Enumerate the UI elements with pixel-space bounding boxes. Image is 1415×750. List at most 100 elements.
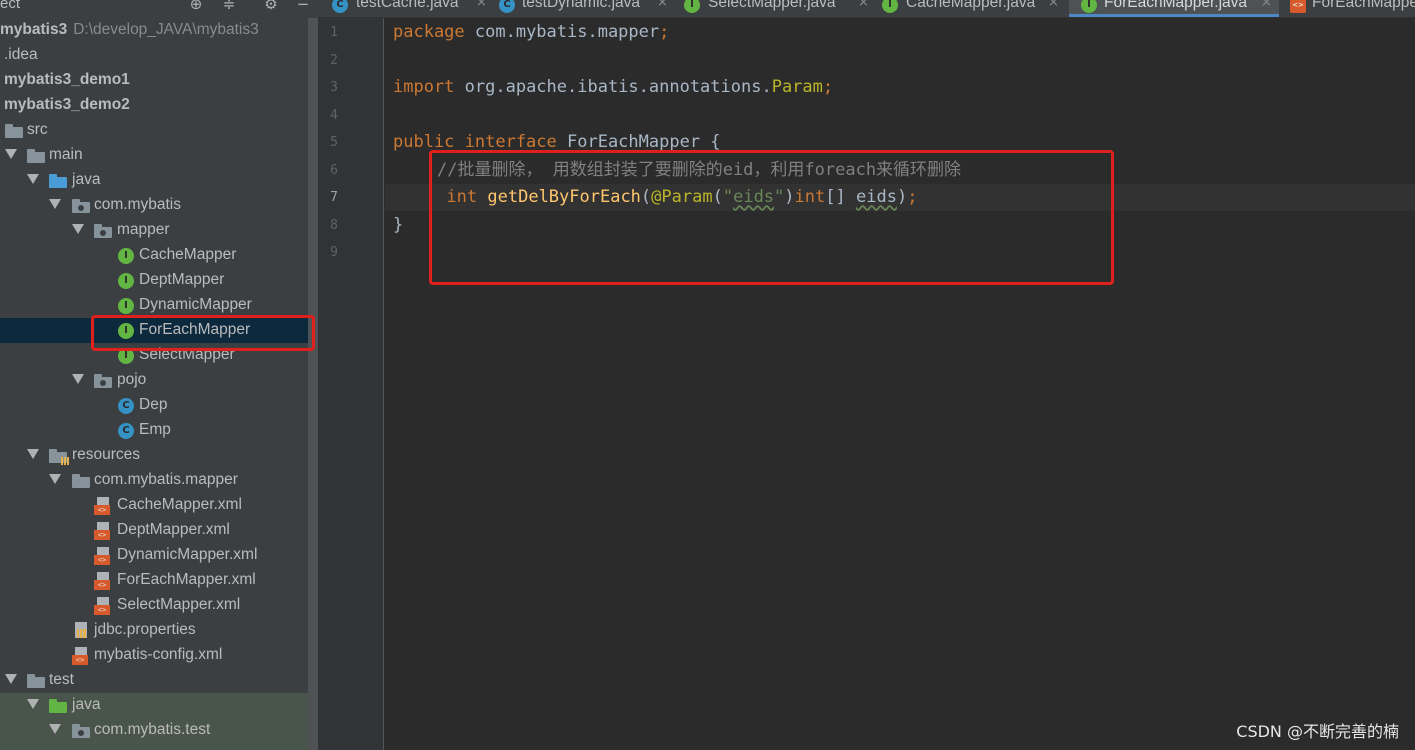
close-icon[interactable]: × — [1048, 0, 1059, 10]
tab-label: CacheMapper.java — [906, 0, 1036, 11]
tree-item-foreachmapper-xml[interactable]: <> ForEachMapper.xml — [0, 568, 318, 593]
code-line-3: import org.apache.ibatis.annotations.Par… — [393, 77, 834, 97]
collapse-icon[interactable]: ≑ — [220, 0, 238, 13]
tab-cachemapper[interactable]: I CacheMapper.java × — [876, 0, 1066, 17]
line-number: 9 — [330, 245, 338, 260]
chevron-down-icon[interactable] — [5, 149, 17, 159]
folder-icon — [72, 474, 90, 488]
foreachmapper-label: ForEachMapper — [139, 321, 251, 338]
tree-item-selectmapper-xml[interactable]: <> SelectMapper.xml — [0, 593, 318, 618]
tree-item-jdbc-properties[interactable]: jdbc.properties — [0, 618, 318, 643]
tree-item-com-mybatis-test[interactable]: com.mybatis.test — [0, 718, 318, 743]
interface-icon: I — [118, 248, 134, 264]
tab-testcache[interactable]: C testCache.java × — [326, 0, 491, 17]
panel-title: ect — [0, 0, 21, 12]
line-number: 3 — [330, 80, 338, 95]
tree-item-dynamicmapper[interactable]: I DynamicMapper — [0, 293, 318, 318]
main-label: main — [49, 146, 83, 163]
tree-item-test-java[interactable]: java — [0, 693, 318, 718]
com-mybatis-test-label: com.mybatis.test — [94, 721, 211, 738]
source-folder-icon — [49, 174, 67, 188]
tree-item-test[interactable]: test — [0, 668, 318, 693]
chevron-down-icon[interactable] — [49, 724, 61, 734]
tree-item-dynamicmapper-xml[interactable]: <> DynamicMapper.xml — [0, 543, 318, 568]
package-icon — [72, 199, 90, 213]
line-number-gutter: 1 2 3 4 5 6 7 8 9 — [318, 18, 384, 750]
class-icon: C — [118, 398, 134, 414]
dynamicmapper-xml-label: DynamicMapper.xml — [117, 546, 258, 563]
selectmapper-xml-label: SelectMapper.xml — [117, 596, 241, 613]
chevron-down-icon[interactable] — [72, 374, 84, 384]
line-number: 6 — [330, 163, 338, 178]
tree-item-selectmapper[interactable]: I SelectMapper — [0, 343, 318, 368]
target-icon[interactable]: ⊕ — [187, 0, 205, 13]
panel-scrollbar[interactable] — [308, 18, 318, 750]
tab-label: testDynamic.java — [522, 0, 641, 11]
tab-foreachmapper[interactable]: I ForEachMapper.java × — [1069, 0, 1279, 17]
chevron-down-icon[interactable] — [5, 674, 17, 684]
tab-selectmapper[interactable]: I SelectMapper.java × — [678, 0, 873, 17]
tree-item-dep[interactable]: C Dep — [0, 393, 318, 418]
close-icon[interactable]: × — [476, 0, 487, 10]
tree-item-src[interactable]: src — [0, 118, 318, 143]
tree-item-demo1[interactable]: mybatis3_demo1 — [0, 68, 318, 93]
interface-icon: I — [1081, 0, 1097, 13]
tree-item-demo2[interactable]: mybatis3_demo2 — [0, 93, 318, 118]
xml-file-icon: <> — [94, 497, 112, 515]
demo2-label: mybatis3_demo2 — [4, 96, 130, 113]
selectmapper-label: SelectMapper — [139, 346, 235, 363]
properties-file-icon — [72, 622, 90, 640]
java-label: java — [72, 171, 101, 188]
code-editor[interactable]: package com.mybatis.mapper; import org.a… — [385, 18, 1415, 750]
close-icon[interactable]: × — [858, 0, 869, 10]
package-icon — [72, 724, 90, 738]
class-icon: C — [499, 0, 515, 13]
xml-file-icon: <> — [94, 547, 112, 565]
tree-item-resources[interactable]: resources — [0, 443, 318, 468]
test-label: test — [49, 671, 74, 688]
tree-item-emp[interactable]: C Emp — [0, 418, 318, 443]
tree-item-mybatis-config[interactable]: <> mybatis-config.xml — [0, 643, 318, 668]
minimize-icon[interactable]: − — [294, 0, 312, 13]
gear-icon[interactable]: ⚙ — [262, 0, 280, 13]
tab-testdynamic[interactable]: C testDynamic.java × — [493, 0, 673, 17]
close-icon[interactable]: × — [657, 0, 668, 10]
chevron-down-icon[interactable] — [27, 699, 39, 709]
interface-icon: I — [882, 0, 898, 13]
xml-file-icon: <> — [94, 572, 112, 590]
tree-item-idea[interactable]: .idea — [0, 43, 318, 68]
pojo-label: pojo — [117, 371, 147, 388]
tree-item-cachemapper[interactable]: I CacheMapper — [0, 243, 318, 268]
idea-label: .idea — [4, 46, 38, 63]
tree-item-root[interactable]: mybatis3 D:\develop_JAVA\mybatis3 — [0, 18, 318, 43]
tree-item-deptmapper-xml[interactable]: <> DeptMapper.xml — [0, 518, 318, 543]
tree-item-com-mybatis-mapper[interactable]: com.mybatis.mapper — [0, 468, 318, 493]
tree-item-cachemapper-xml[interactable]: <> CacheMapper.xml — [0, 493, 318, 518]
editor-tabbar: C testCache.java × C testDynamic.java × … — [318, 0, 1415, 18]
tree-item-main[interactable]: main — [0, 143, 318, 168]
tree-item-com-mybatis[interactable]: com.mybatis — [0, 193, 318, 218]
tree-item-deptmapper[interactable]: I DeptMapper — [0, 268, 318, 293]
chevron-down-icon[interactable] — [72, 224, 84, 234]
tree-item-pojo[interactable]: pojo — [0, 368, 318, 393]
tab-foreachmapper-xml[interactable]: <> ForEachMappe — [1284, 0, 1415, 17]
chevron-down-icon[interactable] — [49, 199, 61, 209]
code-line-1: package com.mybatis.mapper; — [393, 22, 670, 42]
tree-item-foreachmapper[interactable]: I ForEachMapper — [0, 318, 318, 343]
folder-icon — [5, 124, 23, 138]
tree-item-java[interactable]: java — [0, 168, 318, 193]
cachemapper-xml-label: CacheMapper.xml — [117, 496, 242, 513]
chevron-down-icon[interactable] — [27, 174, 39, 184]
xml-file-icon: <> — [94, 597, 112, 615]
com-mybatis-mapper-label: com.mybatis.mapper — [94, 471, 238, 488]
code-line-8: } — [393, 215, 404, 235]
src-label: src — [27, 121, 48, 138]
interface-icon: I — [684, 0, 700, 13]
chevron-down-icon[interactable] — [49, 474, 61, 484]
tab-label: SelectMapper.java — [708, 0, 836, 11]
mapper-label: mapper — [117, 221, 170, 238]
tree-item-mapper[interactable]: mapper — [0, 218, 318, 243]
close-icon[interactable]: × — [1261, 0, 1272, 10]
com-mybatis-label: com.mybatis — [94, 196, 181, 213]
chevron-down-icon[interactable] — [27, 449, 39, 459]
